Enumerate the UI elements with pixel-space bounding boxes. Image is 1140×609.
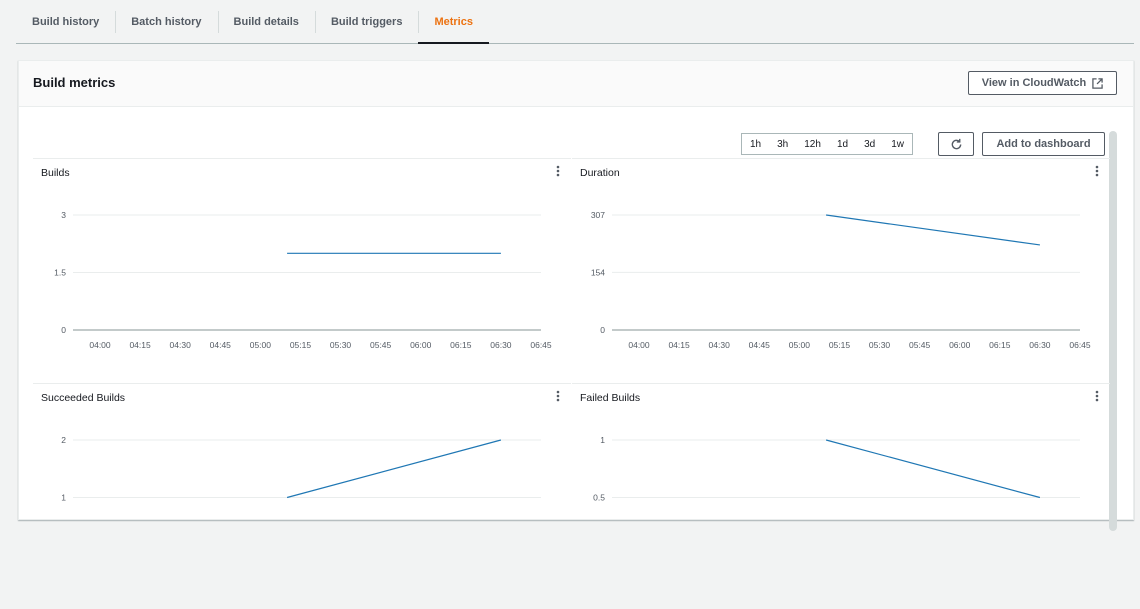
more-options-icon[interactable] bbox=[555, 390, 561, 404]
chart-duration: 0 154 307 04:00 04:15 04:30 04:45 05:00 05:15 05:… bbox=[572, 158, 1110, 383]
more-options-icon[interactable] bbox=[555, 165, 561, 179]
range-3h[interactable]: 3h bbox=[769, 139, 796, 150]
chart-plot: 0.51 bbox=[593, 435, 1080, 503]
x-tick-label: 06:30 bbox=[490, 340, 512, 350]
add-to-dashboard-button[interactable]: Add to dashboard bbox=[982, 132, 1105, 156]
x-tick-label: 04:15 bbox=[129, 340, 151, 350]
tab-bar: Build history Batch history Build detail… bbox=[16, 0, 1134, 44]
y-tick-label: 307 bbox=[591, 210, 605, 220]
chart-title: Succeeded Builds bbox=[41, 392, 126, 404]
x-tick-label: 04:00 bbox=[89, 340, 111, 350]
range-1w[interactable]: 1w bbox=[883, 139, 912, 150]
series-line bbox=[286, 439, 502, 499]
x-tick-label: 04:45 bbox=[210, 340, 232, 350]
x-tick-label: 05:00 bbox=[789, 340, 811, 350]
time-range-selector: 1h 3h 12h 1d 3d 1w bbox=[741, 133, 913, 155]
x-tick-label: 04:30 bbox=[170, 340, 192, 350]
chart-plot: 0 1.5 3 04:00 04:15 04:30 04:45 05:00 05:15 05:30… bbox=[54, 210, 552, 350]
more-options-icon[interactable] bbox=[1094, 390, 1100, 404]
x-tick-label: 06:00 bbox=[949, 340, 971, 350]
y-tick-label: 1 bbox=[600, 435, 605, 445]
y-tick-label: 1.5 bbox=[54, 268, 66, 278]
cloudwatch-label: View in CloudWatch bbox=[981, 77, 1087, 89]
build-metrics-panel: Build metrics View in CloudWatch 1h 3h 1… bbox=[18, 60, 1134, 531]
y-tick-label: 2 bbox=[61, 435, 66, 445]
range-3d[interactable]: 3d bbox=[856, 139, 883, 150]
tab-build-history[interactable]: Build history bbox=[16, 0, 115, 43]
scrollbar[interactable] bbox=[1109, 131, 1117, 531]
series-line bbox=[825, 439, 1041, 499]
tab-build-triggers[interactable]: Build triggers bbox=[314, 0, 419, 43]
external-link-icon bbox=[1092, 77, 1103, 89]
range-12h[interactable]: 12h bbox=[796, 139, 829, 150]
x-tick-label: 06:00 bbox=[410, 340, 432, 350]
panel-title: Build metrics bbox=[33, 75, 116, 90]
x-tick-label: 06:45 bbox=[530, 340, 552, 350]
more-options-icon[interactable] bbox=[1094, 165, 1100, 179]
x-tick-label: 05:30 bbox=[330, 340, 352, 350]
series-line bbox=[826, 214, 1040, 246]
x-tick-label: 05:45 bbox=[909, 340, 931, 350]
y-tick-label: 154 bbox=[591, 267, 605, 277]
x-tick-label: 06:30 bbox=[1029, 340, 1051, 350]
x-tick-label: 04:30 bbox=[709, 340, 731, 350]
chart-title: Duration bbox=[580, 167, 620, 179]
chart-plot: 12 bbox=[61, 435, 541, 503]
x-tick-label: 05:45 bbox=[370, 340, 392, 350]
x-tick-label: 04:00 bbox=[628, 340, 650, 350]
x-tick-label: 05:15 bbox=[829, 340, 851, 350]
chart-builds: 0 1.5 3 04:00 04:15 04:30 04:45 05:00 05:15 05:30… bbox=[33, 158, 571, 383]
refresh-button[interactable] bbox=[938, 132, 974, 156]
tab-build-details[interactable]: Build details bbox=[217, 0, 315, 43]
tab-metrics[interactable]: Metrics bbox=[418, 0, 489, 44]
refresh-icon bbox=[951, 138, 961, 149]
chart-title: Failed Builds bbox=[580, 392, 641, 404]
view-in-cloudwatch-button[interactable]: View in CloudWatch bbox=[968, 71, 1117, 95]
x-tick-label: 05:00 bbox=[250, 340, 272, 350]
range-1h[interactable]: 1h bbox=[742, 139, 769, 150]
y-tick-label: 0 bbox=[600, 325, 605, 335]
x-tick-label: 06:15 bbox=[989, 340, 1011, 350]
x-tick-label: 05:15 bbox=[290, 340, 312, 350]
x-tick-label: 06:15 bbox=[450, 340, 472, 350]
y-tick-label: 0 bbox=[61, 325, 66, 335]
y-tick-label: 3 bbox=[61, 210, 66, 220]
y-tick-label: 1 bbox=[61, 493, 66, 503]
tab-batch-history[interactable]: Batch history bbox=[115, 0, 217, 43]
chart-title: Builds bbox=[41, 167, 70, 179]
panel-header: Build metrics View in CloudWatch bbox=[19, 61, 1133, 107]
x-tick-label: 06:45 bbox=[1069, 340, 1091, 350]
y-tick-label: 0.5 bbox=[593, 493, 605, 503]
x-tick-label: 04:45 bbox=[749, 340, 771, 350]
x-tick-label: 05:30 bbox=[869, 340, 891, 350]
x-tick-label: 04:15 bbox=[668, 340, 690, 350]
range-1d[interactable]: 1d bbox=[829, 139, 856, 150]
chart-plot: 0 154 307 04:00 04:15 04:30 04:45 05:00 05:15 05:… bbox=[591, 210, 1091, 350]
